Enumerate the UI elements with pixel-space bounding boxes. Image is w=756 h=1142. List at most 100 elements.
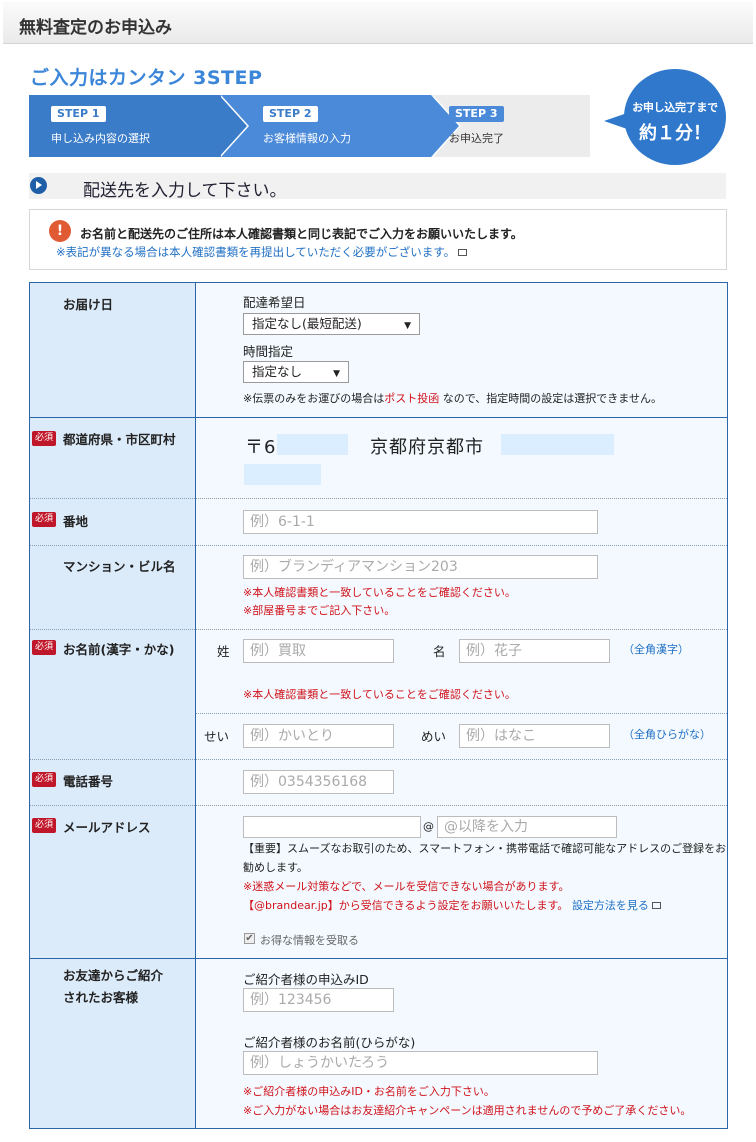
row-divider bbox=[30, 759, 727, 760]
step-2-label: お客様情報の入力 bbox=[263, 132, 351, 145]
dropdown-arrow-icon: ▼ bbox=[404, 321, 411, 331]
row-divider bbox=[30, 958, 727, 959]
kana-hint: （全角ひらがな） bbox=[623, 728, 711, 741]
kanji-hint: （全角漢字） bbox=[623, 643, 689, 656]
notice-box: ! お名前と配送先のご住所は本人確認書類と同じ表記でご入力をお願いいたします。 … bbox=[29, 209, 727, 270]
referral-id-label: ご紹介者様の申込みID bbox=[243, 972, 369, 987]
given-name-kana-input[interactable]: 例）はなこ bbox=[459, 724, 610, 748]
row-divider bbox=[30, 417, 727, 418]
building-label: マンション・ビル名 bbox=[63, 559, 176, 574]
city-text: 京都府京都市 bbox=[370, 437, 484, 458]
required-badge: 必須 bbox=[32, 640, 56, 655]
email-domain-placeholder: @以降を入力 bbox=[444, 819, 528, 835]
referral-id-placeholder: 例）123456 bbox=[250, 992, 332, 1008]
building-note-1: ※本人確認書類と一致していることをご確認ください。 bbox=[243, 586, 516, 599]
step-2-segment bbox=[219, 95, 431, 157]
referral-name-placeholder: 例）しょうかいたろう bbox=[250, 1055, 390, 1071]
referral-label: お友達からご紹介 されたお客様 bbox=[63, 965, 163, 1009]
step-2-badge: STEP 2 bbox=[263, 106, 318, 122]
given-name-kana-placeholder: 例）はなこ bbox=[466, 728, 536, 744]
step-3-badge: STEP 3 bbox=[449, 106, 504, 122]
phone-input[interactable]: 例）0354356168 bbox=[243, 770, 394, 794]
row-divider bbox=[30, 498, 727, 499]
email-domain-input[interactable]: @以降を入力 bbox=[437, 816, 617, 838]
referral-label-line-2: されたお客様 bbox=[63, 990, 139, 1005]
email-important-line-2: 勧めします。 bbox=[243, 861, 308, 874]
step-progress: STEP 1 申し込み内容の選択 STEP 2 お客様情報の入力 STEP 3 … bbox=[29, 95, 590, 157]
masked-town bbox=[501, 434, 614, 455]
bubble-time: 約１分！ bbox=[639, 123, 711, 144]
email-spam-warning: ※迷惑メール対策などで、メールを受信できない場合があります。 bbox=[243, 880, 570, 893]
page-title: 無料査定のお申込み bbox=[19, 18, 172, 38]
notice-main-text: お名前と配送先のご住所は本人確認書類と同じ表記でご入力をお願いいたします。 bbox=[80, 227, 523, 241]
delivery-date-select[interactable]: 指定なし(最短配送) ▼ bbox=[243, 313, 420, 335]
required-badge: 必須 bbox=[32, 512, 56, 527]
page: 無料査定のお申込み ご入力はカンタン 3STEP STEP 1 申し込み内容の選… bbox=[0, 0, 756, 1142]
email-at-sign: @ bbox=[423, 820, 434, 833]
street-input[interactable]: 例）6-1-1 bbox=[243, 510, 598, 534]
surname-input[interactable]: 例）買取 bbox=[243, 639, 394, 663]
delivery-note-prefix: ※伝票のみをお運びの場合は bbox=[243, 392, 385, 405]
surname-label: 姓 bbox=[217, 644, 230, 659]
dropdown-arrow-icon: ▼ bbox=[333, 369, 340, 379]
post-delivery-text: ポスト投函 bbox=[384, 392, 440, 405]
required-badge: 必須 bbox=[32, 431, 56, 446]
phone-placeholder: 例）0354356168 bbox=[250, 774, 368, 790]
referral-note-1: ※ご紹介者様の申込みID・お名前をご入力下さい。 bbox=[243, 1085, 495, 1098]
settings-link-text: 設定方法を見る bbox=[571, 899, 649, 912]
external-link-icon bbox=[458, 249, 468, 256]
building-input[interactable]: 例）ブランディアマンション203 bbox=[243, 555, 598, 579]
circle-arrow-icon bbox=[30, 177, 47, 194]
page-title-bar: 無料査定のお申込み bbox=[3, 2, 753, 44]
settings-link[interactable]: 設定方法を見る bbox=[572, 899, 661, 912]
given-name-label: 名 bbox=[433, 644, 446, 659]
street-label: 番地 bbox=[63, 514, 89, 529]
referral-id-input[interactable]: 例）123456 bbox=[243, 988, 394, 1012]
given-name-kana-label: めい bbox=[421, 729, 447, 744]
name-note: ※本人確認書類と一致していることをご確認ください。 bbox=[243, 688, 516, 701]
email-domain-note-line: 【@brandear.jp】から受信できるよう設定をお願いいたします。 設定方法… bbox=[243, 897, 661, 913]
delivery-date-label: お届け日 bbox=[63, 297, 114, 312]
completion-time-bubble: お申し込完了まで 約１分！ bbox=[624, 69, 726, 165]
street-placeholder: 例）6-1-1 bbox=[250, 514, 315, 530]
postal-code-text: 〒6 bbox=[245, 437, 277, 458]
desired-date-label: 配達希望日 bbox=[243, 295, 306, 310]
phone-label: 電話番号 bbox=[63, 774, 114, 789]
prefecture-city-label: 都道府県・市区町村 bbox=[63, 432, 176, 447]
step-1-badge: STEP 1 bbox=[51, 106, 106, 122]
delivery-time-value: 指定なし bbox=[252, 364, 303, 379]
masked-area bbox=[244, 464, 321, 485]
masked-postal-code bbox=[277, 434, 348, 455]
optin-label: お得な情報を受取る bbox=[260, 934, 359, 947]
warning-icon: ! bbox=[49, 220, 71, 242]
referral-name-input[interactable]: 例）しょうかいたろう bbox=[243, 1051, 598, 1075]
bubble-caption: お申し込完了まで bbox=[632, 101, 718, 114]
email-local-input[interactable] bbox=[243, 816, 421, 838]
section-heading-text: 配送先を入力して下さい。 bbox=[83, 181, 287, 201]
referral-name-label: ご紹介者様のお名前(ひらがな) bbox=[243, 1035, 416, 1050]
surname-kana-input[interactable]: 例）かいとり bbox=[243, 724, 394, 748]
notice-link[interactable]: ※表記が異なる場合は本人確認書類を再提出していただく必要がございます。 bbox=[56, 244, 468, 260]
address-form: お届け日 配達希望日 指定なし(最短配送) ▼ 時間指定 指定なし ▼ ※伝票の… bbox=[29, 282, 728, 1129]
delivery-note-suffix: なので、指定時間の設定は選択できません。 bbox=[442, 392, 662, 405]
step-1-label: 申し込み内容の選択 bbox=[51, 132, 150, 145]
row-divider bbox=[30, 629, 727, 630]
row-divider bbox=[30, 805, 727, 806]
notice-link-text: ※表記が異なる場合は本人確認書類を再提出していただく必要がございます。 bbox=[56, 245, 456, 259]
building-note-2: ※部屋番号までご記入下さい。 bbox=[243, 604, 396, 617]
required-badge: 必須 bbox=[32, 818, 56, 833]
step-3-label: お申込完了 bbox=[449, 132, 504, 145]
given-name-input[interactable]: 例）花子 bbox=[459, 639, 610, 663]
step-heading: ご入力はカンタン 3STEP bbox=[30, 67, 263, 89]
referral-label-line-1: お友達からご紹介 bbox=[63, 968, 164, 983]
section-heading: 配送先を入力して下さい。 bbox=[29, 173, 726, 201]
delivery-time-select[interactable]: 指定なし ▼ bbox=[243, 361, 349, 383]
referral-note-2: ※ご入力がない場合はお友達紹介キャンペーンは適用されませんので予めご了承ください… bbox=[243, 1104, 692, 1117]
time-label: 時間指定 bbox=[243, 344, 294, 359]
email-important-line-1: 【重要】スムーズなお取引のため、スマートフォン・携帯電話で確認可能なアドレスのご… bbox=[243, 842, 727, 855]
optin-checkbox[interactable]: ✔ bbox=[244, 933, 255, 944]
email-domain-note: 【@brandear.jp】から受信できるよう設定をお願いいたします。 bbox=[243, 899, 569, 912]
surname-placeholder: 例）買取 bbox=[250, 643, 306, 659]
delivery-note: ※伝票のみをお運びの場合はポスト投函 なので、指定時間の設定は選択できません。 bbox=[243, 390, 662, 406]
row-divider bbox=[196, 713, 727, 714]
